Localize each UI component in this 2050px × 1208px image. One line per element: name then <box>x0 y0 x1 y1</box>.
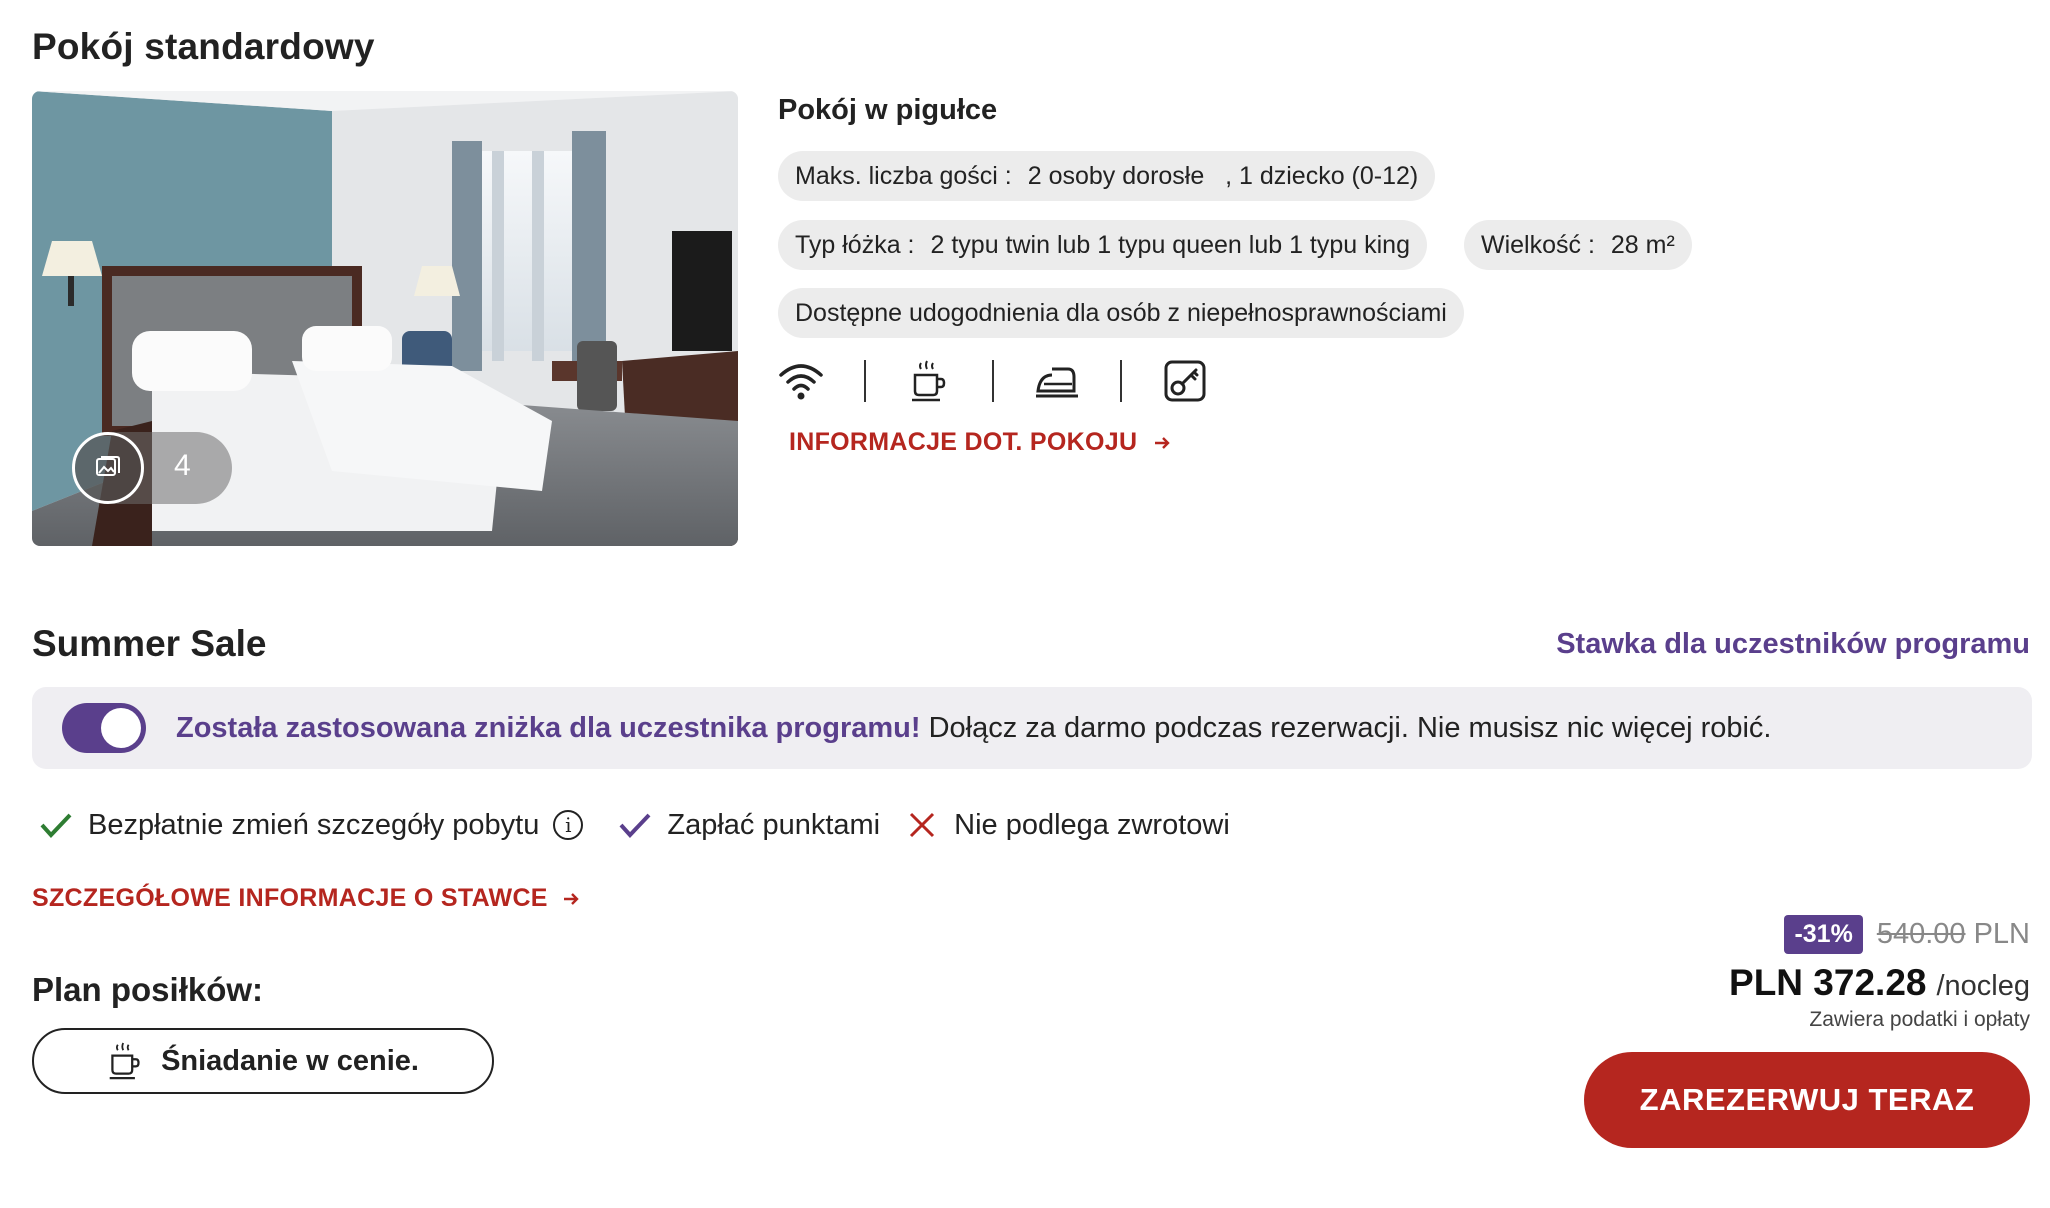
amenity-divider <box>1120 360 1122 402</box>
old-price-amount: 540.00 <box>1876 918 1966 950</box>
wifi-icon <box>778 358 824 404</box>
price-row: PLN 372.28 /nocleg <box>1729 962 2030 1004</box>
arrow-right-icon <box>1155 436 1171 449</box>
check-icon <box>615 805 655 845</box>
rate-details-link-label: SZCZEGÓŁOWE INFORMACJE O STAWCE <box>32 884 548 912</box>
feature-non-refundable: Nie podlega zwrotowi <box>902 805 1230 845</box>
discount-badge: -31% <box>1784 915 1863 954</box>
feature-non-refundable-label: Nie podlega zwrotowi <box>954 808 1230 841</box>
info-icon[interactable]: i <box>553 810 584 840</box>
rate-features: Bezpłatnie zmień szczegóły pobytu i Zapł… <box>36 800 1230 850</box>
coffee-icon <box>906 358 952 404</box>
max-guests-label: Maks. liczba gości : <box>795 161 1012 190</box>
bed-type-label: Typ łóżka : <box>795 230 915 259</box>
amenity-divider <box>992 360 994 402</box>
feature-pay-points-label: Zapłać punktami <box>667 808 881 841</box>
close-icon <box>902 805 942 845</box>
member-banner-description: Dołącz za darmo podczas rezerwacji. Nie … <box>920 711 1772 744</box>
amenity-icons <box>778 356 1208 406</box>
check-icon <box>36 805 76 845</box>
photo-count: 4 <box>174 449 191 482</box>
room-title: Pokój standardowy <box>32 26 375 67</box>
member-banner-strong: Została zastosowana zniżka dla uczestnik… <box>176 711 921 744</box>
meal-plan-option-label: Śniadanie w cenie. <box>161 1044 419 1077</box>
feature-free-change-label: Bezpłatnie zmień szczegóły pobytu <box>88 808 540 841</box>
room-photo[interactable]: 4 <box>32 91 738 546</box>
price-note: Zawiera podatki i opłaty <box>1809 1008 2030 1031</box>
bed-type-value: 2 typu twin lub 1 typu queen lub 1 typu … <box>930 230 1411 259</box>
price-unit: /nocleg <box>1936 970 2030 1002</box>
gallery-icon <box>72 432 144 504</box>
room-size-label: Wielkość : <box>1481 230 1595 259</box>
rate-details-link[interactable]: SZCZEGÓŁOWE INFORMACJE O STAWCE <box>32 884 580 913</box>
iron-icon <box>1034 358 1080 404</box>
bed-type-chip: Typ łóżka : 2 typu twin lub 1 typu queen… <box>778 220 1427 270</box>
member-discount-toggle[interactable] <box>62 703 146 753</box>
member-banner-text: Została zastosowana zniżka dla uczestnik… <box>176 712 1772 745</box>
current-price: PLN 372.28 <box>1729 962 1927 1003</box>
old-price: 540.00 PLN <box>1877 918 2030 951</box>
coffee-icon <box>109 1042 140 1080</box>
max-guests-chip: Maks. liczba gości : 2 osoby dorosłe , 1… <box>778 151 1436 201</box>
old-price-currency: PLN <box>1965 918 2030 950</box>
member-discount-banner: Została zastosowana zniżka dla uczestnik… <box>32 687 2032 769</box>
feature-free-change: Bezpłatnie zmień szczegóły pobytu i <box>36 805 584 845</box>
accessibility-chip: Dostępne udogodnienia dla osób z niepełn… <box>778 288 1464 338</box>
key-card-icon <box>1162 358 1208 404</box>
max-guests-value: 2 osoby dorosłe , 1 dziecko (0-12) <box>1027 161 1419 190</box>
member-rate-label: Stawka dla uczestników programu <box>1556 628 2030 660</box>
book-now-button[interactable]: ZAREZERWUJ TERAZ <box>1584 1052 2030 1148</box>
toggle-knob <box>101 708 141 748</box>
room-info-link-label: INFORMACJE DOT. POKOJU <box>789 428 1138 456</box>
room-size-chip: Wielkość : 28 m² <box>1464 220 1692 270</box>
meal-plan-option[interactable]: Śniadanie w cenie. <box>32 1028 494 1094</box>
room-summary-title: Pokój w pigułce <box>778 94 998 126</box>
feature-pay-points: Zapłać punktami <box>615 805 880 845</box>
room-info-link[interactable]: INFORMACJE DOT. POKOJU <box>789 428 1171 457</box>
photo-gallery-button[interactable]: 4 <box>72 432 232 504</box>
meal-plan-title: Plan posiłków: <box>32 971 264 1008</box>
discount-row: -31% 540.00 PLN <box>1784 915 2030 954</box>
amenity-divider <box>864 360 866 402</box>
room-size-value: 28 m² <box>1610 230 1675 259</box>
accessibility-label: Dostępne udogodnienia dla osób z niepełn… <box>795 298 1447 327</box>
rate-title: Summer Sale <box>32 623 267 664</box>
arrow-right-icon <box>563 892 579 905</box>
